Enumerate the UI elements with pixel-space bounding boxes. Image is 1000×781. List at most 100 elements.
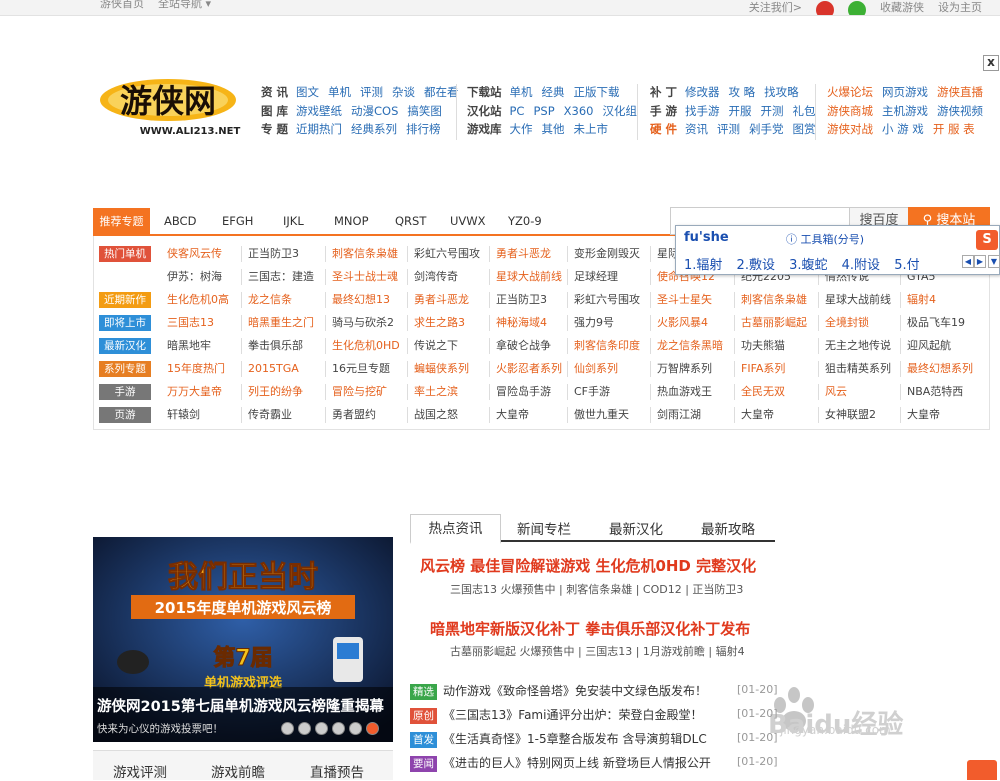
- tab-uvwx[interactable]: UVWX: [450, 214, 486, 228]
- feature-banner[interactable]: 我们正当时 2015年度单机游戏风云榜 第7届 单机游戏评选 游侠网2015第七…: [93, 537, 393, 742]
- nav-heading[interactable]: 下载站: [467, 85, 502, 99]
- site-nav-link[interactable]: 全站导航 ▾: [158, 0, 211, 11]
- game-link[interactable]: 极品飞车19: [900, 315, 965, 331]
- nav-link[interactable]: 游侠对战: [827, 122, 873, 136]
- wechat-icon[interactable]: [848, 1, 866, 15]
- nav-link[interactable]: 正版下载: [574, 85, 620, 99]
- game-link[interactable]: 勇者盟约: [325, 407, 376, 423]
- game-link[interactable]: 拿破仑战争: [489, 338, 551, 354]
- game-link[interactable]: 生化危机0HD: [325, 338, 400, 354]
- nav-heading[interactable]: 手 游: [650, 104, 677, 118]
- game-link[interactable]: 变形金刚毁灭: [567, 246, 640, 262]
- nav-link[interactable]: 游侠商城: [827, 104, 873, 118]
- game-link[interactable]: 辐射4: [900, 292, 936, 308]
- ime-candidate[interactable]: 5.付: [894, 258, 919, 273]
- game-link[interactable]: 万万大皇帝: [161, 384, 222, 400]
- game-link[interactable]: 传说之下: [407, 338, 458, 354]
- game-link[interactable]: 风云: [818, 384, 847, 400]
- tab-mnop[interactable]: MNOP: [334, 214, 369, 228]
- nav-heading[interactable]: 资 讯: [261, 85, 288, 99]
- game-link[interactable]: 冒险岛手游: [489, 384, 551, 400]
- game-row-label[interactable]: 最新汉化: [99, 338, 151, 354]
- game-link[interactable]: 全境封锁: [818, 315, 869, 331]
- nav-link[interactable]: 找手游: [685, 104, 720, 118]
- news-title[interactable]: 动作游戏《致命怪兽塔》免安装中文绿色版发布！: [443, 684, 707, 698]
- game-link[interactable]: 正当防卫3: [489, 292, 547, 308]
- sogou-float-icon[interactable]: [967, 760, 997, 780]
- nav-link[interactable]: 杂谈: [392, 85, 415, 99]
- game-link[interactable]: 火影忍者系列: [489, 361, 562, 377]
- game-link[interactable]: 暗黑重生之门: [241, 315, 314, 331]
- nav-link[interactable]: 近期热门: [296, 122, 342, 136]
- game-link[interactable]: 全民无双: [734, 384, 785, 400]
- game-link[interactable]: 蝙蝠侠系列: [407, 361, 469, 377]
- game-link[interactable]: 求生之路3: [407, 315, 465, 331]
- game-link[interactable]: 女神联盟2: [818, 407, 876, 423]
- game-link[interactable]: 生化危机0高: [161, 292, 229, 308]
- game-link[interactable]: 暗黑地牢: [161, 338, 211, 354]
- ime-candidate[interactable]: 1.辐射: [684, 258, 722, 273]
- game-row-label[interactable]: 页游: [99, 407, 151, 423]
- nav-link[interactable]: 评测: [360, 85, 383, 99]
- nav-link[interactable]: 礼包: [793, 104, 816, 118]
- tab-latest-guides[interactable]: 最新攻略: [701, 518, 755, 538]
- nav-heading[interactable]: 图 库: [261, 104, 288, 118]
- nav-link[interactable]: 经典系列: [351, 122, 397, 136]
- game-row-label[interactable]: 即将上市: [99, 315, 151, 331]
- carousel-dot[interactable]: [281, 722, 294, 735]
- carousel-dot[interactable]: [349, 722, 362, 735]
- follow-us-link[interactable]: 关注我们>: [749, 0, 802, 15]
- nav-heading[interactable]: 专 题: [261, 122, 288, 136]
- game-link[interactable]: 彩虹六号围攻: [567, 292, 640, 308]
- nav-heading[interactable]: 硬 件: [650, 122, 677, 136]
- game-link[interactable]: 骑马与砍杀2: [325, 315, 394, 331]
- game-row-label[interactable]: 近期新作: [99, 292, 151, 308]
- game-link[interactable]: 无主之地传说: [818, 338, 891, 354]
- nav-link[interactable]: 资讯: [685, 122, 708, 136]
- carousel-dot[interactable]: [366, 722, 379, 735]
- game-row-label[interactable]: 热门单机: [99, 246, 151, 262]
- game-link[interactable]: 星球大战前线: [489, 269, 562, 285]
- nav-link[interactable]: 修改器: [685, 85, 720, 99]
- tab-hot-news[interactable]: 热点资讯: [410, 514, 501, 544]
- banner-title[interactable]: 游侠网2015第七届单机游戏风云榜隆重揭幕: [97, 695, 384, 716]
- nav-link[interactable]: 汉化组: [602, 104, 637, 118]
- tab-latest-translation[interactable]: 最新汉化: [609, 518, 663, 538]
- tab-ijkl[interactable]: IJKL: [283, 214, 304, 228]
- nav-link[interactable]: PC: [510, 104, 525, 118]
- tab-efgh[interactable]: EFGH: [222, 214, 253, 228]
- game-link[interactable]: 圣斗士星矢: [650, 292, 712, 308]
- weibo-icon[interactable]: [816, 1, 834, 15]
- tab-game-previews[interactable]: 游戏前瞻: [211, 761, 265, 781]
- nav-link[interactable]: 剁手党: [749, 122, 784, 136]
- carousel-dot[interactable]: [298, 722, 311, 735]
- game-link[interactable]: 龙之信条: [241, 292, 292, 308]
- nav-link[interactable]: 动漫COS: [351, 104, 398, 118]
- game-link[interactable]: 刺客信条印度: [567, 338, 640, 354]
- nav-link[interactable]: 未上市: [574, 122, 609, 136]
- tab-abcd[interactable]: ABCD: [164, 214, 196, 228]
- game-link[interactable]: 星球大战前线: [818, 292, 891, 308]
- tab-qrst[interactable]: QRST: [395, 214, 426, 228]
- game-link[interactable]: 战国之怒: [407, 407, 458, 423]
- news-title[interactable]: 《进击的巨人》特别网页上线 新登场巨人情报公开: [443, 756, 711, 770]
- game-link[interactable]: 万智牌系列: [650, 361, 712, 377]
- nav-link[interactable]: 主机游戏: [882, 104, 928, 118]
- news-title[interactable]: 《三国志13》Fami通评分出炉：荣登白金殿堂！: [443, 708, 702, 722]
- tab-game-reviews[interactable]: 游戏评测: [113, 761, 167, 781]
- nav-link[interactable]: 图赏: [793, 122, 816, 136]
- game-link[interactable]: NBA范特西: [900, 384, 963, 400]
- sub-links[interactable]: 古墓丽影崛起 火爆预售中 | 三国志13 | 1月游戏前瞻 | 辐射4: [450, 643, 745, 659]
- nav-link[interactable]: 游戏壁纸: [296, 104, 342, 118]
- headline-link[interactable]: 暗黑地牢新版汉化补丁 拳击俱乐部汉化补丁发布: [430, 618, 750, 639]
- news-item[interactable]: 精选 动作游戏《致命怪兽塔》免安装中文绿色版发布！ [01-20]: [410, 682, 778, 700]
- game-link[interactable]: 正当防卫3: [241, 246, 299, 262]
- news-item[interactable]: 原创 《三国志13》Fami通评分出炉：荣登白金殿堂！ [01-20]: [410, 706, 778, 724]
- game-link[interactable]: 迎风起航: [900, 338, 951, 354]
- nav-link[interactable]: 单机: [328, 85, 351, 99]
- nav-link[interactable]: 攻 略: [729, 85, 756, 99]
- game-link[interactable]: 轩辕剑: [161, 407, 200, 423]
- game-link[interactable]: 彩虹六号围攻: [407, 246, 480, 262]
- nav-link[interactable]: 单机: [510, 85, 533, 99]
- nav-heading[interactable]: 游戏库: [467, 122, 502, 136]
